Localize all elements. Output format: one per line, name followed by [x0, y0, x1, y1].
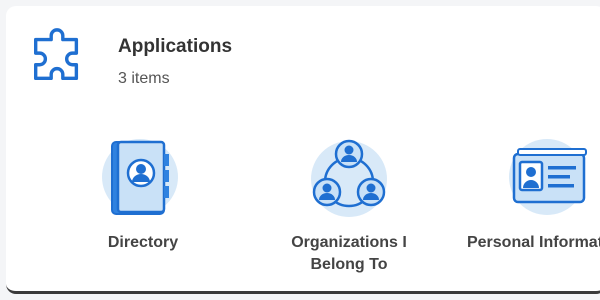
- card-title: Applications: [118, 36, 233, 57]
- app-organizations[interactable]: Organizations I Belong To: [264, 134, 434, 276]
- item-count: 3 items: [118, 70, 170, 87]
- app-directory[interactable]: Directory: [58, 134, 228, 254]
- card-header: Applications 3 items: [26, 26, 232, 88]
- id-card-icon: [509, 139, 587, 215]
- app-label: Directory: [107, 234, 179, 251]
- org-network-icon: [311, 139, 387, 217]
- app-personal-information[interactable]: Personal Information: [462, 134, 600, 254]
- app-label: Organizations I Belong To: [291, 234, 407, 273]
- address-book-icon: [102, 139, 178, 215]
- puzzle-piece-icon: [33, 28, 79, 81]
- app-list: Directory Organizations I Belong To Pers…: [6, 134, 600, 291]
- header-text: Applications 3 items: [118, 36, 232, 88]
- app-label: Personal Information: [466, 234, 600, 251]
- applications-card: Applications 3 items Directory Organizat…: [6, 6, 600, 294]
